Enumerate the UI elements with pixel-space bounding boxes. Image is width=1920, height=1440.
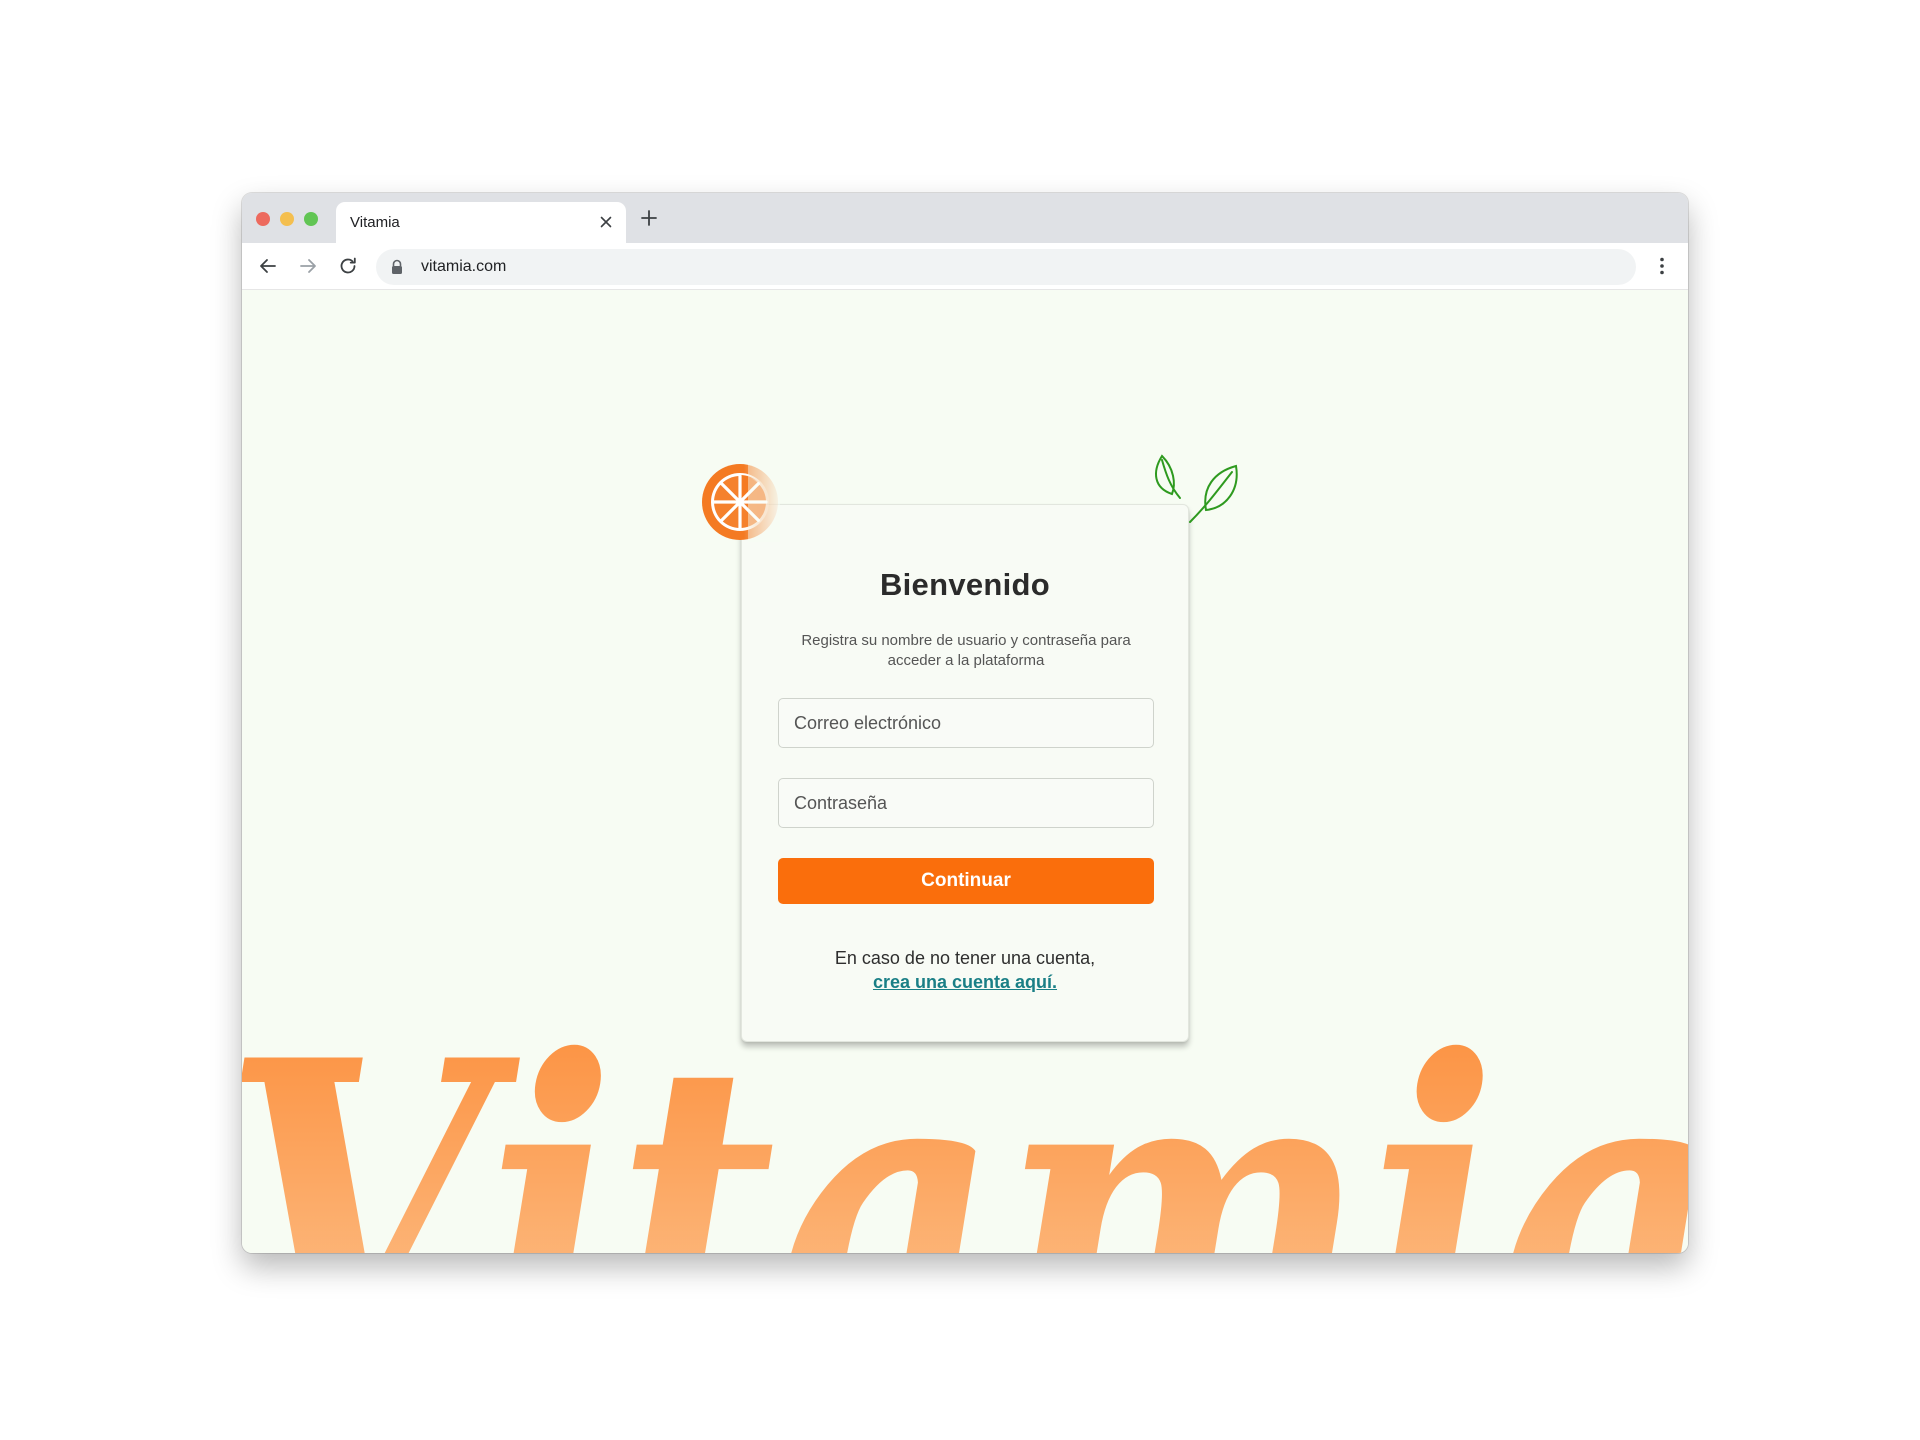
password-field[interactable] — [778, 778, 1154, 828]
lock-icon — [392, 259, 402, 274]
tab-close-icon[interactable] — [596, 212, 616, 232]
leaves-icon — [1155, 454, 1238, 523]
url-text: vitamia.com — [421, 258, 507, 275]
browser-toolbar: vitamia.com — [242, 243, 1688, 290]
login-title: Bienvenido — [879, 567, 1051, 602]
login-subtitle: Registra su nombre de usuario y contrase… — [801, 632, 1131, 669]
browser-window: Vitamia vitamia.com Vitamia Bienvenido R… — [242, 193, 1688, 1253]
browser-tab[interactable]: Vitamia — [336, 202, 626, 243]
reload-icon[interactable] — [336, 254, 360, 278]
tab-bar: Vitamia — [242, 193, 1688, 243]
forward-arrow-icon[interactable] — [296, 254, 320, 278]
close-window-button[interactable] — [256, 212, 270, 226]
minimize-window-button[interactable] — [280, 212, 294, 226]
page-viewport: Vitamia Bienvenido Registra su nombre de… — [242, 290, 1688, 1253]
email-field[interactable] — [778, 698, 1154, 748]
back-arrow-icon[interactable] — [256, 254, 280, 278]
new-tab-icon[interactable] — [636, 205, 662, 231]
maximize-window-button[interactable] — [304, 212, 318, 226]
orange-slice-icon — [702, 462, 780, 542]
no-account-text: En caso de no tener una cuenta, — [834, 948, 1096, 968]
login-card: Bienvenido Registra su nombre de usuario… — [741, 504, 1189, 1042]
more-options-icon[interactable] — [1650, 254, 1674, 278]
continue-button[interactable]: Continuar — [778, 858, 1154, 904]
tab-title: Vitamia — [350, 214, 400, 231]
address-bar[interactable]: vitamia.com — [376, 249, 1636, 285]
create-account-link[interactable]: crea una cuenta aquí. — [742, 972, 1188, 993]
